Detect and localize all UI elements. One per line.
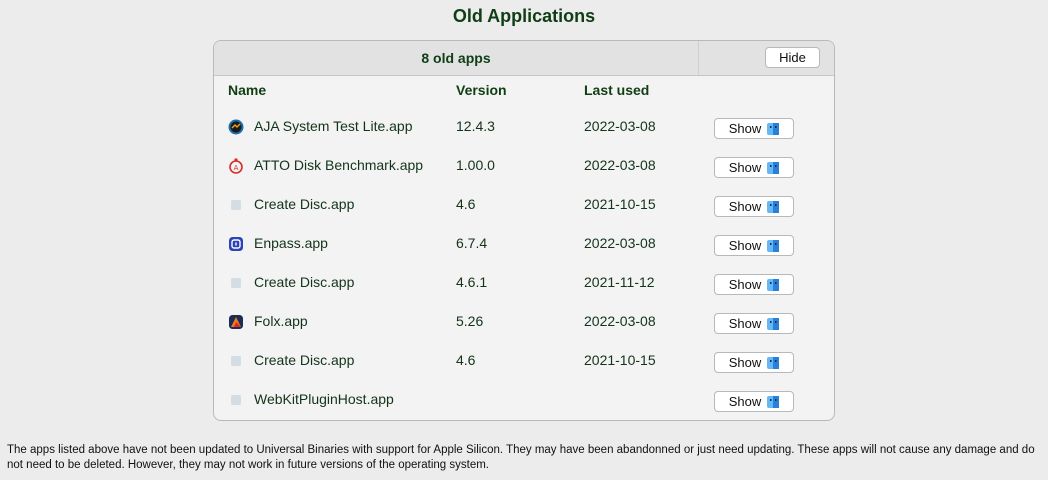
column-header-name: Name <box>228 82 267 98</box>
table-row: AJA System Test Lite.app 12.4.3 2022-03-… <box>214 109 834 148</box>
app-last-used: 2021-10-15 <box>584 196 656 212</box>
enpass-icon <box>228 236 244 252</box>
show-in-finder-button[interactable]: Show <box>714 118 794 139</box>
app-name: Enpass.app <box>254 235 328 251</box>
app-name: Create Disc.app <box>254 274 355 290</box>
svg-text:A: A <box>234 164 239 172</box>
aja-system-test-icon <box>228 119 244 135</box>
finder-icon <box>767 239 780 252</box>
app-version: 4.6.1 <box>456 274 488 290</box>
column-header-last-used: Last used <box>584 82 650 98</box>
show-label: Show <box>728 355 762 370</box>
app-name: ATTO Disk Benchmark.app <box>254 157 424 173</box>
show-in-finder-button[interactable]: Show <box>714 352 794 373</box>
finder-icon <box>767 317 780 330</box>
app-last-used: 2022-03-08 <box>584 118 656 134</box>
generic-app-icon <box>228 353 244 369</box>
show-label: Show <box>728 238 762 253</box>
show-in-finder-button[interactable]: Show <box>714 157 794 178</box>
generic-app-icon <box>228 392 244 408</box>
app-name: Create Disc.app <box>254 196 355 212</box>
app-version: 1.00.0 <box>456 157 495 173</box>
app-last-used: 2021-11-12 <box>584 274 655 290</box>
app-last-used: 2022-03-08 <box>584 157 656 173</box>
app-name: WebKitPluginHost.app <box>254 391 394 407</box>
app-last-used: 2022-03-08 <box>584 313 656 329</box>
show-label: Show <box>728 199 762 214</box>
generic-app-icon <box>228 275 244 291</box>
app-name: Create Disc.app <box>254 352 355 368</box>
show-in-finder-button[interactable]: Show <box>714 196 794 217</box>
finder-icon <box>767 278 780 291</box>
panel-header: 8 old apps Hide <box>214 41 834 76</box>
show-in-finder-button[interactable]: Show <box>714 391 794 412</box>
show-label: Show <box>728 121 762 136</box>
finder-icon <box>767 356 780 369</box>
app-version: 12.4.3 <box>456 118 495 134</box>
app-version: 6.7.4 <box>456 235 488 251</box>
show-in-finder-button[interactable]: Show <box>714 235 794 256</box>
header-divider <box>698 41 699 75</box>
finder-icon <box>767 161 780 174</box>
app-last-used: 2021-10-15 <box>584 352 656 368</box>
finder-icon <box>767 395 780 408</box>
finder-icon <box>767 122 780 135</box>
table-row: Create Disc.app 4.6 2021-10-15 Show <box>214 187 834 226</box>
footer-note: The apps listed above have not been upda… <box>7 444 1035 471</box>
table-row: Create Disc.app 4.6.1 2021-11-12 Show <box>214 265 834 304</box>
atto-disk-benchmark-icon: A <box>228 158 244 174</box>
show-in-finder-button[interactable]: Show <box>714 313 794 334</box>
old-apps-panel: 8 old apps Hide Name Version Last used A… <box>213 40 835 421</box>
show-label: Show <box>728 277 762 292</box>
table-row: WebKitPluginHost.app Show <box>214 382 834 420</box>
table-row: Enpass.app 6.7.4 2022-03-08 Show <box>214 226 834 265</box>
show-label: Show <box>728 316 762 331</box>
table-row: A ATTO Disk Benchmark.app 1.00.0 2022-03… <box>214 148 834 187</box>
app-name: AJA System Test Lite.app <box>254 118 413 134</box>
app-version: 4.6 <box>456 352 476 368</box>
folx-icon <box>228 314 244 330</box>
app-version: 5.26 <box>456 313 484 329</box>
column-header-version: Version <box>456 82 507 98</box>
hide-button[interactable]: Hide <box>765 47 820 68</box>
show-label: Show <box>728 160 762 175</box>
app-last-used: 2022-03-08 <box>584 235 656 251</box>
window-title: Old Applications <box>452 6 596 26</box>
app-version: 4.6 <box>456 196 476 212</box>
table-row: Create Disc.app 4.6 2021-10-15 Show <box>214 343 834 382</box>
old-apps-count: 8 old apps <box>421 50 491 66</box>
show-in-finder-button[interactable]: Show <box>714 274 794 295</box>
app-name: Folx.app <box>254 313 308 329</box>
finder-icon <box>767 200 780 213</box>
show-label: Show <box>728 394 762 409</box>
table-row: Folx.app 5.26 2022-03-08 Show <box>214 304 834 343</box>
generic-app-icon <box>228 197 244 213</box>
